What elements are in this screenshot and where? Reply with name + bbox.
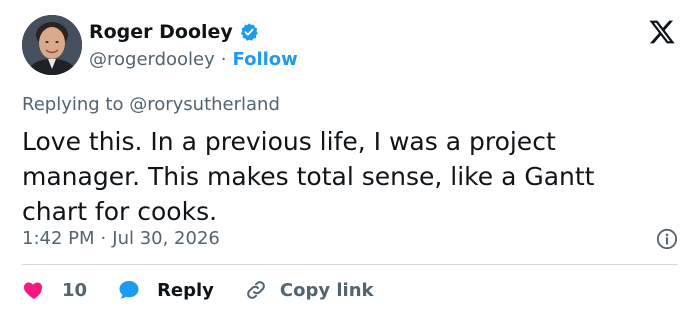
action-bar: 10 Reply Copy link [22,278,404,302]
avatar[interactable] [22,15,82,75]
author-name[interactable]: Roger Dooley [89,21,233,43]
author-handle-row: @rogerdooley · Follow [89,49,298,70]
copy-link-button[interactable]: Copy link [244,278,374,302]
info-icon[interactable] [656,228,678,250]
copy-link-label: Copy link [279,279,374,301]
reply-bubble-icon [119,281,139,299]
replying-to: Replying to @rorysutherland [22,94,280,115]
follow-button[interactable]: Follow [233,49,298,70]
like-button[interactable]: 10 [22,278,87,302]
tweet-time: 1:42 PM [22,228,95,249]
divider [22,264,678,265]
tweet-text: Love this. In a previous life, I was a p… [22,127,595,226]
link-icon [247,281,265,299]
heart-icon [23,282,43,299]
timestamp[interactable]: 1:42 PM · Jul 30, 2026 [22,228,220,249]
replying-prefix: Replying to [22,94,124,115]
like-count: 10 [62,279,88,301]
handle-separator: · [220,49,227,70]
avatar-photo [22,15,82,75]
author-handle[interactable]: @rogerdooley [89,49,215,70]
timestamp-separator: · [100,228,107,249]
replying-mention[interactable]: @rorysutherland [129,94,280,115]
x-logo-icon[interactable] [648,18,676,46]
reply-label: Reply [157,279,214,301]
author-name-row: Roger Dooley [89,21,259,43]
tweet-date: Jul 30, 2026 [112,228,220,249]
verified-badge-icon [240,23,258,41]
reply-button[interactable]: Reply [117,278,214,302]
